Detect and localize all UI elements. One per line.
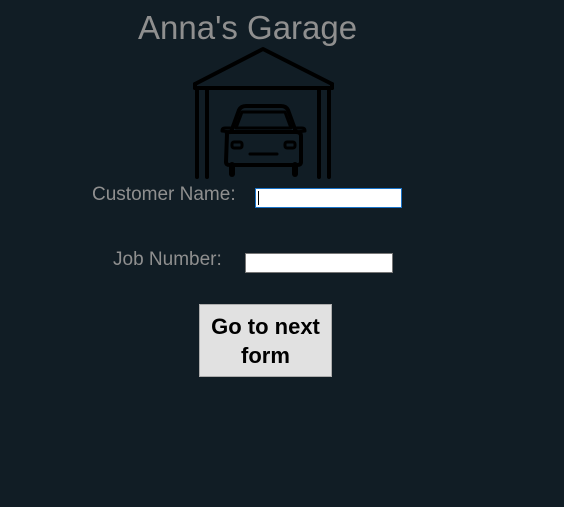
garage-car-icon [193,47,334,179]
next-form-button[interactable]: Go to next form [199,304,332,377]
customer-name-field[interactable] [255,188,402,208]
job-number-field[interactable] [245,253,393,273]
customer-name-label: Customer Name: [92,184,236,205]
job-number-label: Job Number: [113,249,222,270]
page-title: Anna's Garage [138,9,358,46]
text-cursor [258,191,259,205]
